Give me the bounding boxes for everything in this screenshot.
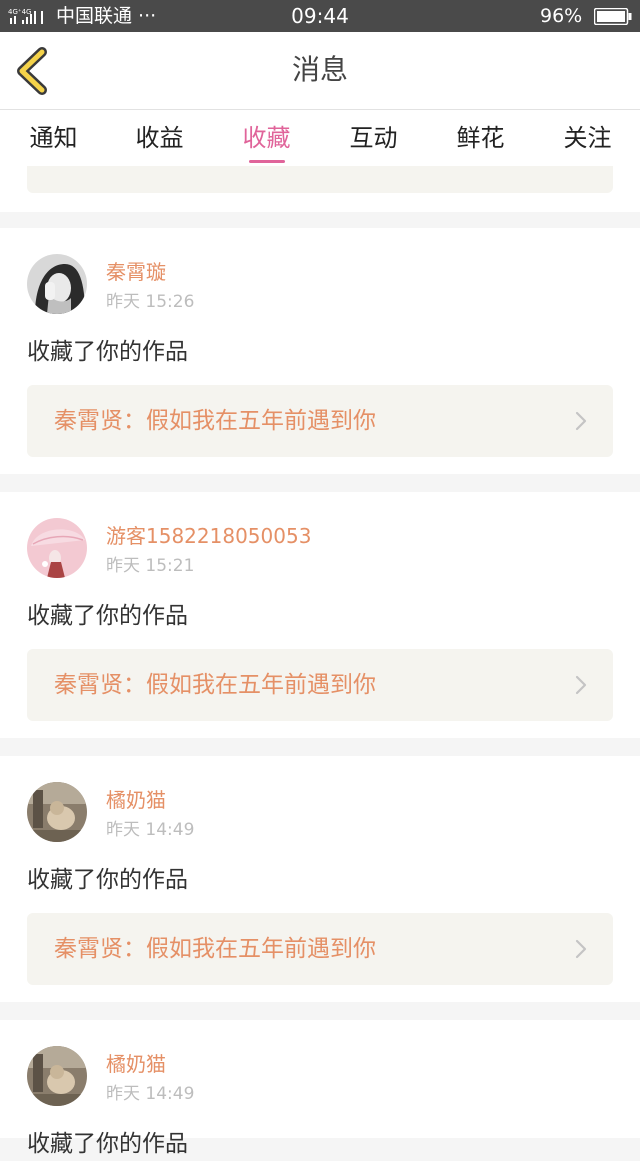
action-text: 收藏了你的作品 bbox=[27, 867, 188, 893]
avatar-cat-photo-image bbox=[27, 1046, 87, 1106]
list-item: 游客1582218050053 昨天 15:21 收藏了你的作品 秦霄贤：假如我… bbox=[0, 492, 640, 738]
avatar[interactable] bbox=[27, 782, 87, 842]
action-text: 收藏了你的作品 bbox=[27, 1131, 188, 1157]
user-name[interactable]: 橘奶猫 bbox=[106, 786, 166, 814]
work-link[interactable]: 秦霄贤：假如我在五年前遇到你 bbox=[27, 385, 613, 457]
avatar-cat-photo-image bbox=[27, 782, 87, 842]
tab-bar: 通知 收益 收藏 互动 鲜花 关注 bbox=[0, 110, 640, 166]
battery-icon bbox=[594, 8, 632, 25]
active-tab-indicator bbox=[249, 160, 285, 163]
list-item-partial bbox=[0, 166, 640, 212]
list-item: 橘奶猫 昨天 14:49 收藏了你的作品 bbox=[0, 1020, 640, 1157]
timestamp: 昨天 14:49 bbox=[106, 1084, 195, 1104]
action-text: 收藏了你的作品 bbox=[27, 603, 188, 629]
page-title: 消息 bbox=[291, 53, 348, 86]
avatar[interactable] bbox=[27, 254, 87, 314]
user-name[interactable]: 橘奶猫 bbox=[106, 1050, 166, 1078]
list-item: 秦霄璇 昨天 15:26 收藏了你的作品 秦霄贤：假如我在五年前遇到你 bbox=[0, 228, 640, 474]
list-item: 橘奶猫 昨天 14:49 收藏了你的作品 秦霄贤：假如我在五年前遇到你 bbox=[0, 756, 640, 1002]
avatar[interactable] bbox=[27, 1046, 87, 1106]
work-link[interactable]: 秦霄贤：假如我在五年前遇到你 bbox=[27, 913, 613, 985]
chevron-right-icon bbox=[575, 939, 587, 959]
user-name[interactable]: 游客1582218050053 bbox=[106, 522, 311, 550]
work-title: 秦霄贤：假如我在五年前遇到你 bbox=[54, 408, 376, 434]
status-bar: 4G⁺4G 中国联通 ··· 09:44 96% bbox=[0, 0, 640, 32]
avatar-pink-umbrella-image bbox=[27, 518, 87, 578]
battery-percent: 96% bbox=[540, 5, 583, 27]
header: 消息 bbox=[0, 32, 640, 110]
timestamp: 昨天 15:26 bbox=[106, 292, 195, 312]
tab-follow[interactable]: 关注 bbox=[534, 120, 640, 164]
timestamp: 昨天 15:21 bbox=[106, 556, 195, 576]
tab-earnings[interactable]: 收益 bbox=[106, 120, 213, 164]
work-link[interactable]: 秦霄贤：假如我在五年前遇到你 bbox=[27, 649, 613, 721]
work-title: 秦霄贤：假如我在五年前遇到你 bbox=[54, 672, 376, 698]
tab-notifications[interactable]: 通知 bbox=[0, 120, 107, 164]
work-link-partial[interactable] bbox=[27, 166, 613, 193]
tab-interaction[interactable]: 互动 bbox=[320, 120, 427, 164]
tab-favorites[interactable]: 收藏 bbox=[213, 120, 320, 164]
timestamp: 昨天 14:49 bbox=[106, 820, 195, 840]
tab-flowers[interactable]: 鲜花 bbox=[427, 120, 534, 164]
action-text: 收藏了你的作品 bbox=[27, 339, 188, 365]
avatar-girl-bw-image bbox=[27, 254, 87, 314]
avatar[interactable] bbox=[27, 518, 87, 578]
chevron-right-icon bbox=[575, 411, 587, 431]
work-title: 秦霄贤：假如我在五年前遇到你 bbox=[54, 936, 376, 962]
chevron-right-icon bbox=[575, 675, 587, 695]
user-name[interactable]: 秦霄璇 bbox=[106, 258, 166, 286]
